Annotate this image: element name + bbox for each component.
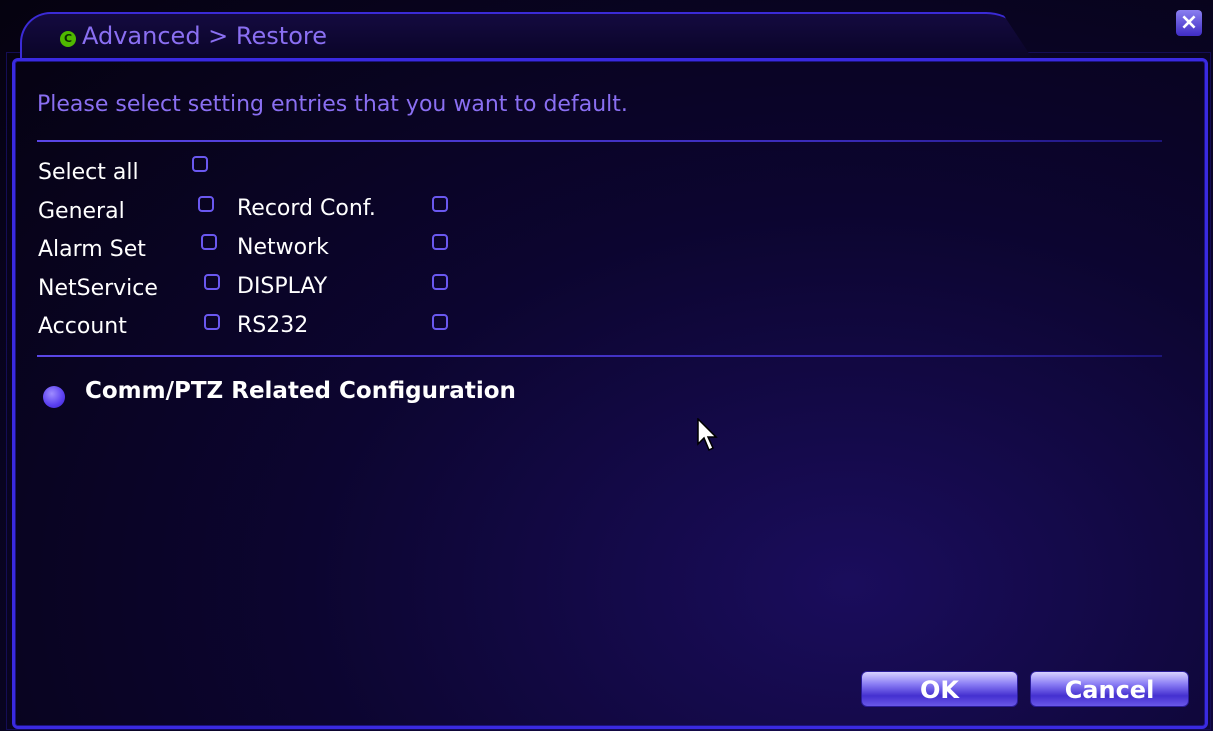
dvr-screen: C Advanced > Restore × Please select set… (0, 0, 1213, 731)
comm-ptz-label: Comm/PTZ Related Configuration (85, 378, 516, 404)
top-divider (37, 140, 1162, 142)
close-button[interactable]: × (1176, 10, 1202, 36)
account-label: Account (38, 314, 127, 339)
cancel-button[interactable]: Cancel (1030, 671, 1189, 707)
account-checkbox[interactable] (204, 314, 220, 330)
alarm-set-checkbox[interactable] (201, 234, 217, 250)
instruction-text: Please select setting entries that you w… (37, 92, 628, 117)
display-checkbox[interactable] (432, 274, 448, 290)
network-label: Network (237, 235, 329, 260)
restore-icon: C (60, 31, 76, 47)
netservice-checkbox[interactable] (204, 274, 220, 290)
select-all-label: Select all (38, 160, 139, 185)
general-label: General (38, 199, 125, 224)
general-checkbox[interactable] (198, 196, 214, 212)
record-conf-checkbox[interactable] (432, 196, 448, 212)
network-checkbox[interactable] (432, 234, 448, 250)
window-title: Advanced > Restore (82, 22, 327, 50)
alarm-set-label: Alarm Set (38, 237, 146, 262)
bottom-divider (37, 355, 1162, 357)
netservice-label: NetService (38, 276, 158, 301)
display-label: DISPLAY (237, 274, 328, 299)
comm-ptz-radio[interactable] (43, 386, 65, 408)
mouse-cursor-icon (697, 418, 718, 452)
record-conf-label: Record Conf. (237, 196, 376, 221)
select-all-checkbox[interactable] (192, 156, 208, 172)
rs232-label: RS232 (237, 313, 309, 338)
rs232-checkbox[interactable] (432, 314, 448, 330)
ok-button[interactable]: OK (861, 671, 1018, 707)
